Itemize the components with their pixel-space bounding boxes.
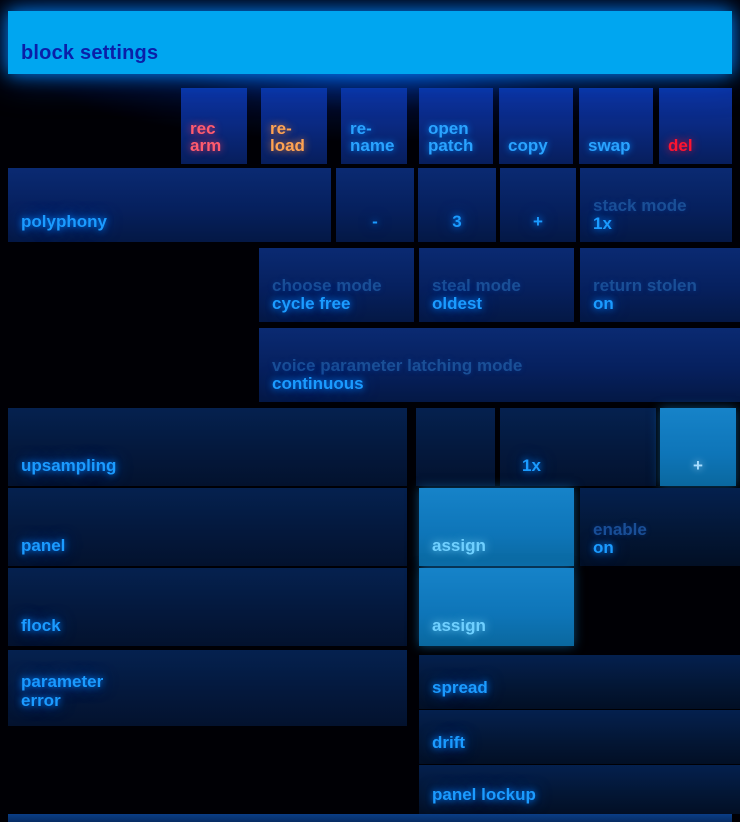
rec-arm-button-label: rec arm <box>190 118 222 156</box>
panel-enable-caption: enable <box>593 520 647 540</box>
drift-label: drift <box>432 732 466 752</box>
flock-assign-button[interactable]: assign <box>419 568 574 646</box>
panel-enable-param: enable on <box>593 521 647 557</box>
polyphony-label: polyphony <box>21 211 107 231</box>
stack-mode-control[interactable]: stack mode 1x <box>580 168 732 242</box>
panel-enable-value: on <box>593 538 614 558</box>
choose-mode-control[interactable]: choose mode cycle free <box>259 248 414 322</box>
return-stolen-caption: return stolen <box>593 276 697 296</box>
bottom-bar <box>8 814 732 822</box>
flock-row[interactable]: flock <box>8 568 407 646</box>
panel-lockup-row[interactable]: panel lockup <box>419 765 740 814</box>
polyphony-increment-label: + <box>533 211 543 231</box>
choose-mode-caption: choose mode <box>272 276 382 296</box>
stack-mode-value: 1x <box>593 214 612 234</box>
reload-button-label: re-load <box>270 118 305 156</box>
upsampling-increment-button[interactable]: + <box>660 408 736 486</box>
spread-row[interactable]: spread <box>419 655 740 709</box>
polyphony-value[interactable]: 3 <box>418 168 496 242</box>
panel-lockup-label: panel lockup <box>432 784 536 804</box>
voice-latching-mode-control[interactable]: voice parameter latching mode continuous <box>259 328 740 402</box>
steal-mode-caption: steal mode <box>432 276 521 296</box>
page-title: block settings <box>21 42 159 64</box>
upsampling-value[interactable]: 1x <box>500 408 656 486</box>
polyphony-increment-button[interactable]: + <box>500 168 576 242</box>
voice-latching-param: voice parameter latching mode continuous <box>272 357 522 393</box>
open-patch-button-label: open patch <box>428 118 474 156</box>
polyphony-decrement-label: - <box>372 211 378 231</box>
upsampling-value-label: 1x <box>522 455 541 475</box>
return-stolen-value: on <box>593 294 614 314</box>
copy-button-label: copy <box>508 136 548 156</box>
polyphony-value-label: 3 <box>452 211 462 231</box>
steal-mode-control[interactable]: steal mode oldest <box>419 248 574 322</box>
swap-button[interactable]: swap <box>579 88 653 164</box>
return-stolen-control[interactable]: return stolen on <box>580 248 740 322</box>
polyphony-decrement-button[interactable]: - <box>336 168 414 242</box>
reload-button[interactable]: re-load <box>261 88 327 164</box>
spread-label: spread <box>432 677 488 697</box>
delete-button[interactable]: del <box>659 88 732 164</box>
panel-assign-button[interactable]: assign <box>419 488 574 566</box>
flock-assign-label: assign <box>432 615 486 635</box>
rename-button[interactable]: re-name <box>341 88 407 164</box>
open-patch-button[interactable]: open patch <box>419 88 493 164</box>
rename-button-label: re-name <box>350 118 395 156</box>
flock-label: flock <box>21 615 61 635</box>
parameter-error-row[interactable]: parameter error <box>8 650 407 726</box>
steal-mode-value: oldest <box>432 294 483 314</box>
choose-mode-param: choose mode cycle free <box>272 277 382 313</box>
swap-button-label: swap <box>588 136 631 156</box>
copy-button[interactable]: copy <box>499 88 573 164</box>
stack-mode-caption: stack mode <box>593 196 687 216</box>
delete-button-label: del <box>668 136 693 156</box>
upsampling-increment-label: + <box>693 455 703 475</box>
panel-enable-control[interactable]: enable on <box>580 488 740 566</box>
voice-latching-caption: voice parameter latching mode <box>272 356 523 376</box>
parameter-error-label: parameter error <box>21 672 104 710</box>
stack-mode-param: stack mode 1x <box>593 197 687 233</box>
upsampling-decrement-button[interactable] <box>416 408 495 486</box>
block-settings-screen: block settings rec arm re-load re-name op… <box>0 0 740 822</box>
polyphony-row[interactable]: polyphony <box>8 168 331 242</box>
rec-arm-button[interactable]: rec arm <box>181 88 247 164</box>
panel-row[interactable]: panel <box>8 488 407 566</box>
window-titlebar: block settings <box>8 11 732 74</box>
upsampling-label: upsampling <box>21 455 117 475</box>
panel-label: panel <box>21 535 66 555</box>
steal-mode-param: steal mode oldest <box>432 277 521 313</box>
upsampling-row[interactable]: upsampling <box>8 408 407 486</box>
return-stolen-param: return stolen on <box>593 277 697 313</box>
voice-latching-value: continuous <box>272 374 364 394</box>
panel-assign-label: assign <box>432 535 486 555</box>
drift-row[interactable]: drift <box>419 710 740 764</box>
choose-mode-value: cycle free <box>272 294 351 314</box>
